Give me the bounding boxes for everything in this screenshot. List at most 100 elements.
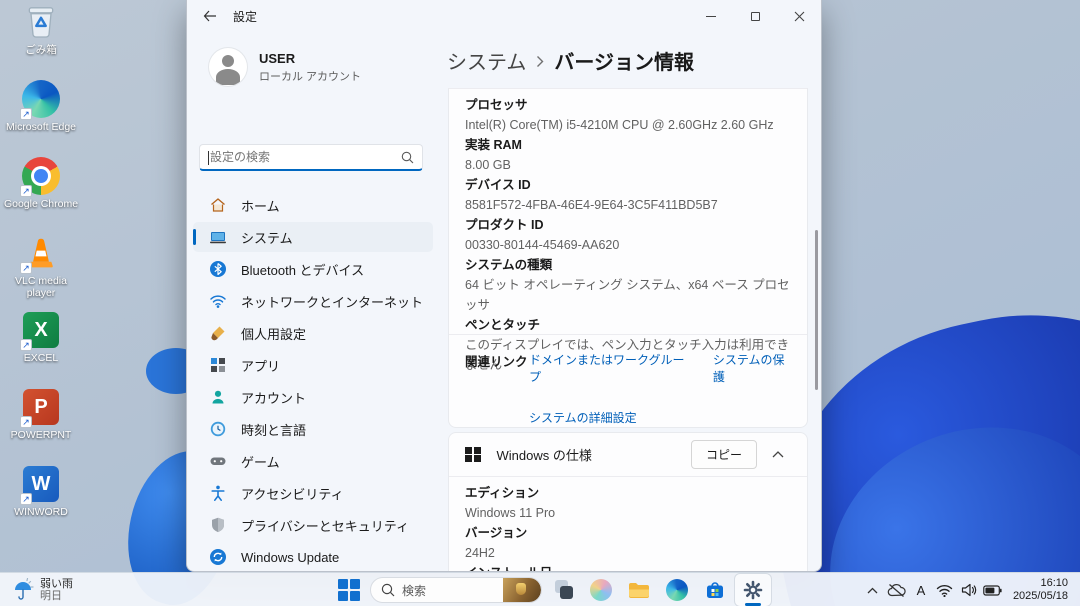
onedrive-tray-icon[interactable] bbox=[885, 573, 909, 606]
weather-widget[interactable]: 弱い雨 明日 bbox=[6, 575, 79, 605]
sidebar-item-windows-update[interactable]: Windows Update bbox=[193, 542, 433, 572]
window-titlebar: 設定 bbox=[187, 0, 821, 32]
powerpoint-icon: P ↗ bbox=[21, 387, 61, 427]
store-icon bbox=[704, 579, 726, 601]
shortcut-arrow-icon: ↗ bbox=[20, 416, 32, 428]
windows-spec-title: Windows の仕様 bbox=[497, 445, 592, 464]
user-name: USER bbox=[259, 51, 361, 66]
start-button[interactable] bbox=[330, 573, 368, 606]
desktop-icon-powerpoint[interactable]: P ↗ POWERPNT bbox=[2, 387, 80, 464]
desktop: ごみ箱 ↗ Microsoft Edge ↗ Google Chrome bbox=[0, 0, 1080, 606]
avatar bbox=[209, 48, 247, 86]
gamepad-icon bbox=[209, 452, 227, 470]
spec-row: インストール日 bbox=[465, 563, 791, 572]
edge-button[interactable] bbox=[658, 573, 696, 606]
sidebar-item-system[interactable]: システム bbox=[193, 222, 433, 252]
settings-search-box[interactable] bbox=[199, 144, 423, 171]
taskbar-search-label: 検索 bbox=[402, 582, 426, 599]
weather-condition: 弱い雨 bbox=[40, 578, 73, 590]
windows-spec-header[interactable]: Windows の仕様 コピー bbox=[449, 433, 807, 476]
minimize-button[interactable] bbox=[689, 0, 733, 32]
speaker-icon bbox=[961, 583, 977, 597]
desktop-icon-word[interactable]: W ↗ WINWORD bbox=[2, 464, 80, 541]
minimize-icon bbox=[706, 16, 716, 17]
chevron-up-icon[interactable] bbox=[763, 440, 793, 469]
gear-icon bbox=[742, 579, 764, 601]
update-icon bbox=[209, 548, 227, 566]
sidebar-item-privacy-security[interactable]: プライバシーとセキュリティ bbox=[193, 510, 433, 540]
weather-when: 明日 bbox=[40, 590, 73, 602]
spec-row: プロセッサIntel(R) Core(TM) i5-4210M CPU @ 2.… bbox=[465, 95, 791, 135]
desktop-icon-vlc[interactable]: ↗ VLC media player bbox=[2, 233, 80, 310]
system-icon bbox=[209, 228, 227, 246]
chrome-icon: ↗ bbox=[21, 156, 61, 196]
clock-date: 2025/05/18 bbox=[1013, 590, 1068, 603]
desktop-icon-chrome[interactable]: ↗ Google Chrome bbox=[2, 156, 80, 233]
copy-button[interactable]: コピー bbox=[691, 440, 757, 469]
clock-time: 16:10 bbox=[1013, 577, 1068, 590]
shortcut-arrow-icon: ↗ bbox=[20, 339, 32, 351]
tray-chevron-button[interactable] bbox=[861, 573, 885, 606]
volume-tray-icon[interactable] bbox=[957, 573, 981, 606]
link-advanced-system-settings[interactable]: システムの詳細設定 bbox=[529, 409, 637, 426]
battery-tray-icon[interactable] bbox=[981, 573, 1005, 606]
sidebar-item-gaming[interactable]: ゲーム bbox=[193, 446, 433, 476]
shortcut-arrow-icon: ↗ bbox=[20, 493, 32, 505]
sidebar-item-home[interactable]: ホーム bbox=[193, 190, 433, 220]
close-icon bbox=[794, 11, 805, 22]
desktop-icon-recycle-bin[interactable]: ごみ箱 bbox=[2, 2, 80, 79]
shield-icon bbox=[209, 516, 227, 534]
maximize-button[interactable] bbox=[733, 0, 777, 32]
task-view-button[interactable] bbox=[544, 573, 582, 606]
desktop-icon-edge[interactable]: ↗ Microsoft Edge bbox=[2, 79, 80, 156]
file-explorer-button[interactable] bbox=[620, 573, 658, 606]
settings-search-input[interactable] bbox=[200, 150, 401, 164]
copilot-button[interactable] bbox=[582, 573, 620, 606]
desktop-icon-label: WINWORD bbox=[14, 506, 68, 518]
chevron-right-icon bbox=[536, 55, 544, 68]
spec-row: エディションWindows 11 Pro bbox=[465, 483, 791, 523]
ime-mode-indicator[interactable]: A bbox=[909, 573, 933, 606]
close-button[interactable] bbox=[777, 0, 821, 32]
desktop-icon-label: Google Chrome bbox=[4, 198, 78, 210]
desktop-icon-excel[interactable]: X ↗ EXCEL bbox=[2, 310, 80, 387]
sidebar-item-accessibility[interactable]: アクセシビリティ bbox=[193, 478, 433, 508]
taskbar-search-box[interactable]: 検索 bbox=[370, 577, 542, 603]
battery-icon bbox=[983, 585, 1002, 596]
sidebar-item-accounts[interactable]: アカウント bbox=[193, 382, 433, 412]
settings-taskbar-button[interactable] bbox=[734, 573, 772, 606]
spec-row: デバイス ID8581F572-4FBA-46E4-9E64-3C5F411BD… bbox=[465, 175, 791, 215]
wifi-icon bbox=[936, 584, 953, 597]
breadcrumb-parent[interactable]: システム bbox=[447, 46, 526, 75]
link-domain-workgroup[interactable]: ドメインまたはワークグループ bbox=[529, 351, 685, 385]
text-caret bbox=[208, 151, 209, 165]
desktop-icon-label: Microsoft Edge bbox=[6, 121, 76, 133]
store-button[interactable] bbox=[696, 573, 734, 606]
sidebar-item-bluetooth-devices[interactable]: Bluetooth とデバイス bbox=[193, 254, 433, 284]
excel-icon: X ↗ bbox=[21, 310, 61, 350]
settings-nav: ホーム システム Bluetooth とデバイス ネットワークとインターネット … bbox=[193, 190, 433, 572]
desktop-icon-column: ごみ箱 ↗ Microsoft Edge ↗ Google Chrome bbox=[2, 2, 80, 541]
desktop-icon-label: POWERPNT bbox=[11, 429, 72, 441]
accounts-icon bbox=[209, 388, 227, 406]
back-button[interactable] bbox=[195, 4, 225, 28]
sidebar-item-apps[interactable]: アプリ bbox=[193, 350, 433, 380]
settings-content: システム バージョン情報 プロセッサIntel(R) Core(TM) i5-4… bbox=[441, 32, 821, 571]
user-account-type: ローカル アカウント bbox=[259, 68, 361, 84]
sidebar-item-network-internet[interactable]: ネットワークとインターネット bbox=[193, 286, 433, 316]
content-scrollbar[interactable] bbox=[815, 230, 818, 390]
settings-sidebar: USER ローカル アカウント ホーム システム bbox=[187, 32, 441, 571]
sidebar-item-time-language[interactable]: 時刻と言語 bbox=[193, 414, 433, 444]
wifi-icon bbox=[209, 292, 227, 310]
search-icon bbox=[381, 583, 395, 597]
windows-start-icon bbox=[338, 579, 360, 601]
sidebar-item-personalization[interactable]: 個人用設定 bbox=[193, 318, 433, 348]
search-highlight-image[interactable] bbox=[503, 577, 541, 603]
link-system-protection[interactable]: システムの保護 bbox=[713, 351, 791, 385]
device-specs-card: プロセッサIntel(R) Core(TM) i5-4210M CPU @ 2.… bbox=[448, 88, 808, 428]
user-account-row[interactable]: USER ローカル アカウント bbox=[209, 48, 441, 86]
word-icon: W ↗ bbox=[21, 464, 61, 504]
home-icon bbox=[209, 196, 227, 214]
wifi-tray-icon[interactable] bbox=[933, 573, 957, 606]
taskbar-clock[interactable]: 16:10 2025/05/18 bbox=[1013, 577, 1076, 603]
